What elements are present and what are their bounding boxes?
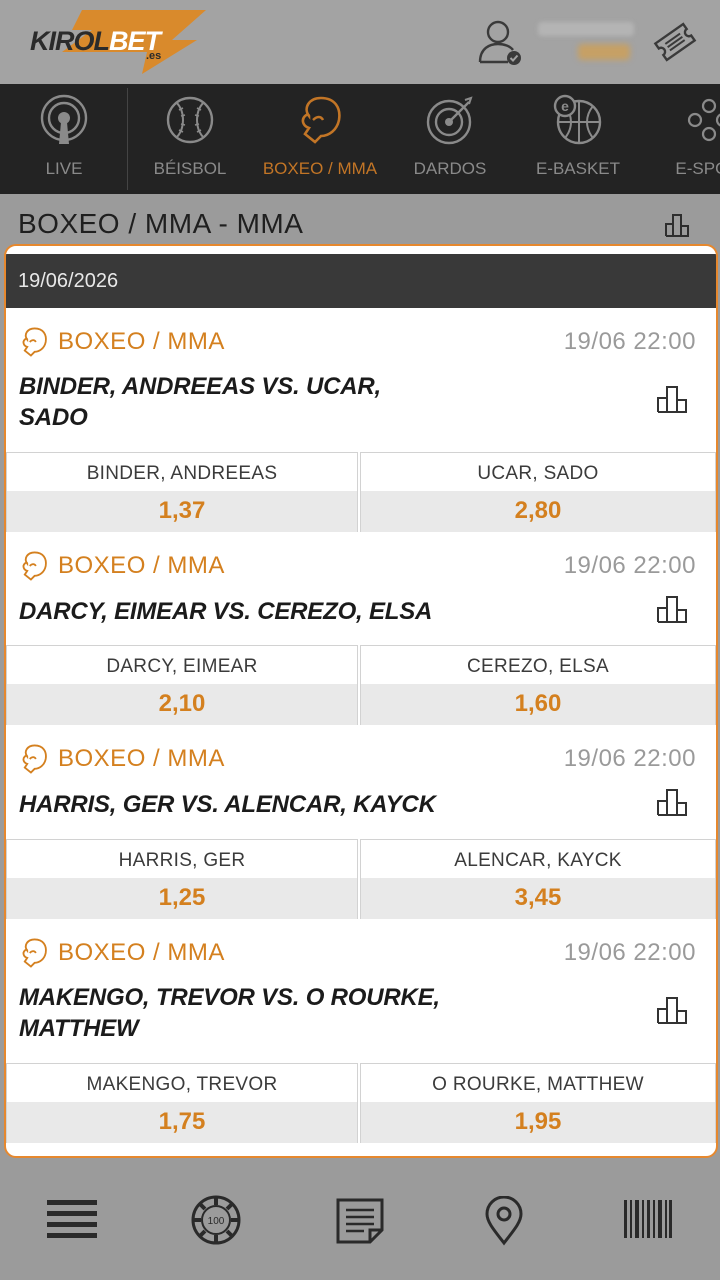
stats-chart-icon[interactable] (656, 384, 690, 414)
location-pin-icon[interactable] (484, 1196, 524, 1246)
app-header: KIROLBET .es (0, 0, 720, 84)
casino-chip-icon[interactable]: 100 (190, 1194, 242, 1246)
event-match-title[interactable]: BINDER, ANDREEAS VS. UCAR, SADO (19, 371, 439, 433)
stats-chart-icon[interactable] (656, 594, 690, 624)
event-card[interactable]: BOXEO / MMA 19/06 22:00 HARRIS, GER VS. … (6, 725, 716, 839)
document-icon[interactable] (334, 1196, 386, 1244)
baseball-icon (166, 96, 214, 144)
boxing-glove-icon (22, 327, 47, 357)
sport-tab-e-basket[interactable]: e E-BASKET (514, 84, 642, 194)
boxing-glove-icon (301, 96, 341, 144)
stats-chart-icon[interactable] (664, 212, 692, 238)
event-card[interactable]: BOXEO / MMA 19/06 22:00 DARCY, EIMEAR VS… (6, 532, 716, 645)
stats-chart-icon[interactable] (656, 787, 690, 817)
event-time: 19/06 22:00 (563, 939, 696, 966)
svg-text:e: e (561, 98, 569, 114)
event-sport: BOXEO / MMA (58, 552, 225, 579)
boxing-glove-icon (22, 551, 47, 581)
event-match-title[interactable]: DARCY, EIMEAR VS. CEREZO, ELSA (19, 596, 579, 627)
barcode-icon[interactable] (622, 1198, 674, 1240)
sport-tab-dardos[interactable]: DARDOS (386, 84, 514, 194)
event-card[interactable]: BOXEO / MMA 19/06 22:00 BINDER, ANDREEAS… (6, 308, 716, 452)
account-balance[interactable] (534, 18, 638, 66)
live-broadcast-icon (40, 94, 88, 144)
e-basketball-icon: e (553, 94, 602, 145)
page-title-row: BOXEO / MMA - MMA (0, 194, 720, 246)
stats-chart-icon[interactable] (656, 995, 690, 1025)
dartboard-icon (426, 96, 473, 145)
odd-button-home[interactable]: HARRIS, GER 1,25 (6, 839, 358, 919)
odd-button-home[interactable]: DARCY, EIMEAR 2,10 (6, 645, 358, 725)
menu-icon[interactable] (46, 1198, 98, 1240)
odd-button-away[interactable]: O ROURKE, MATTHEW 1,95 (360, 1063, 716, 1143)
bottom-nav: 100 (0, 1162, 720, 1280)
sport-tab-boxeo-mma[interactable]: BOXEO / MMA (256, 84, 384, 194)
kirolbet-logo[interactable]: KIROLBET .es (22, 10, 206, 74)
odd-button-away[interactable]: UCAR, SADO 2,80 (360, 452, 716, 532)
sport-tab-e-sports[interactable]: E-SPOR (644, 84, 720, 194)
odd-button-home[interactable]: BINDER, ANDREEAS 1,37 (6, 452, 358, 532)
gamepad-icon (687, 98, 720, 142)
sport-tab-beisbol[interactable]: BÉISBOL (126, 84, 254, 194)
event-match-title[interactable]: HARRIS, GER VS. ALENCAR, KAYCK (19, 789, 579, 820)
ticket-icon[interactable] (650, 18, 700, 66)
odds-row: MAKENGO, TREVOR 1,75 O ROURKE, MATTHEW 1… (6, 1063, 716, 1143)
odds-row: DARCY, EIMEAR 2,10 CEREZO, ELSA 1,60 (6, 645, 716, 725)
odd-button-away[interactable]: CEREZO, ELSA 1,60 (360, 645, 716, 725)
events-panel: 19/06/2026 BOXEO / MMA 19/06 22:00 BINDE… (4, 244, 718, 1158)
boxing-glove-icon (22, 744, 47, 774)
user-check-icon[interactable] (474, 18, 524, 66)
boxing-glove-icon (22, 938, 47, 968)
event-sport: BOXEO / MMA (58, 745, 225, 772)
page-title: BOXEO / MMA - MMA (18, 208, 304, 239)
odd-button-away[interactable]: ALENCAR, KAYCK 3,45 (360, 839, 716, 919)
sports-nav: LIVE BÉISBOL BOXEO / MMA DARDOS e E-BASK… (0, 84, 720, 194)
odd-button-home[interactable]: MAKENGO, TREVOR 1,75 (6, 1063, 358, 1143)
event-time: 19/06 22:00 (563, 328, 696, 355)
odds-row: BINDER, ANDREEAS 1,37 UCAR, SADO 2,80 (6, 452, 716, 532)
event-time: 19/06 22:00 (563, 745, 696, 772)
event-card[interactable]: BOXEO / MMA 19/06 22:00 MAKENGO, TREVOR … (6, 919, 716, 1063)
event-time: 19/06 22:00 (563, 552, 696, 579)
event-sport: BOXEO / MMA (58, 939, 225, 966)
date-header: 19/06/2026 (6, 254, 716, 308)
event-sport: BOXEO / MMA (58, 328, 225, 355)
svg-text:100: 100 (208, 1216, 225, 1227)
odds-row: HARRIS, GER 1,25 ALENCAR, KAYCK 3,45 (6, 839, 716, 919)
sport-tab-live[interactable]: LIVE (0, 84, 128, 194)
event-match-title[interactable]: MAKENGO, TREVOR VS. O ROURKE, MATTHEW (19, 982, 469, 1044)
